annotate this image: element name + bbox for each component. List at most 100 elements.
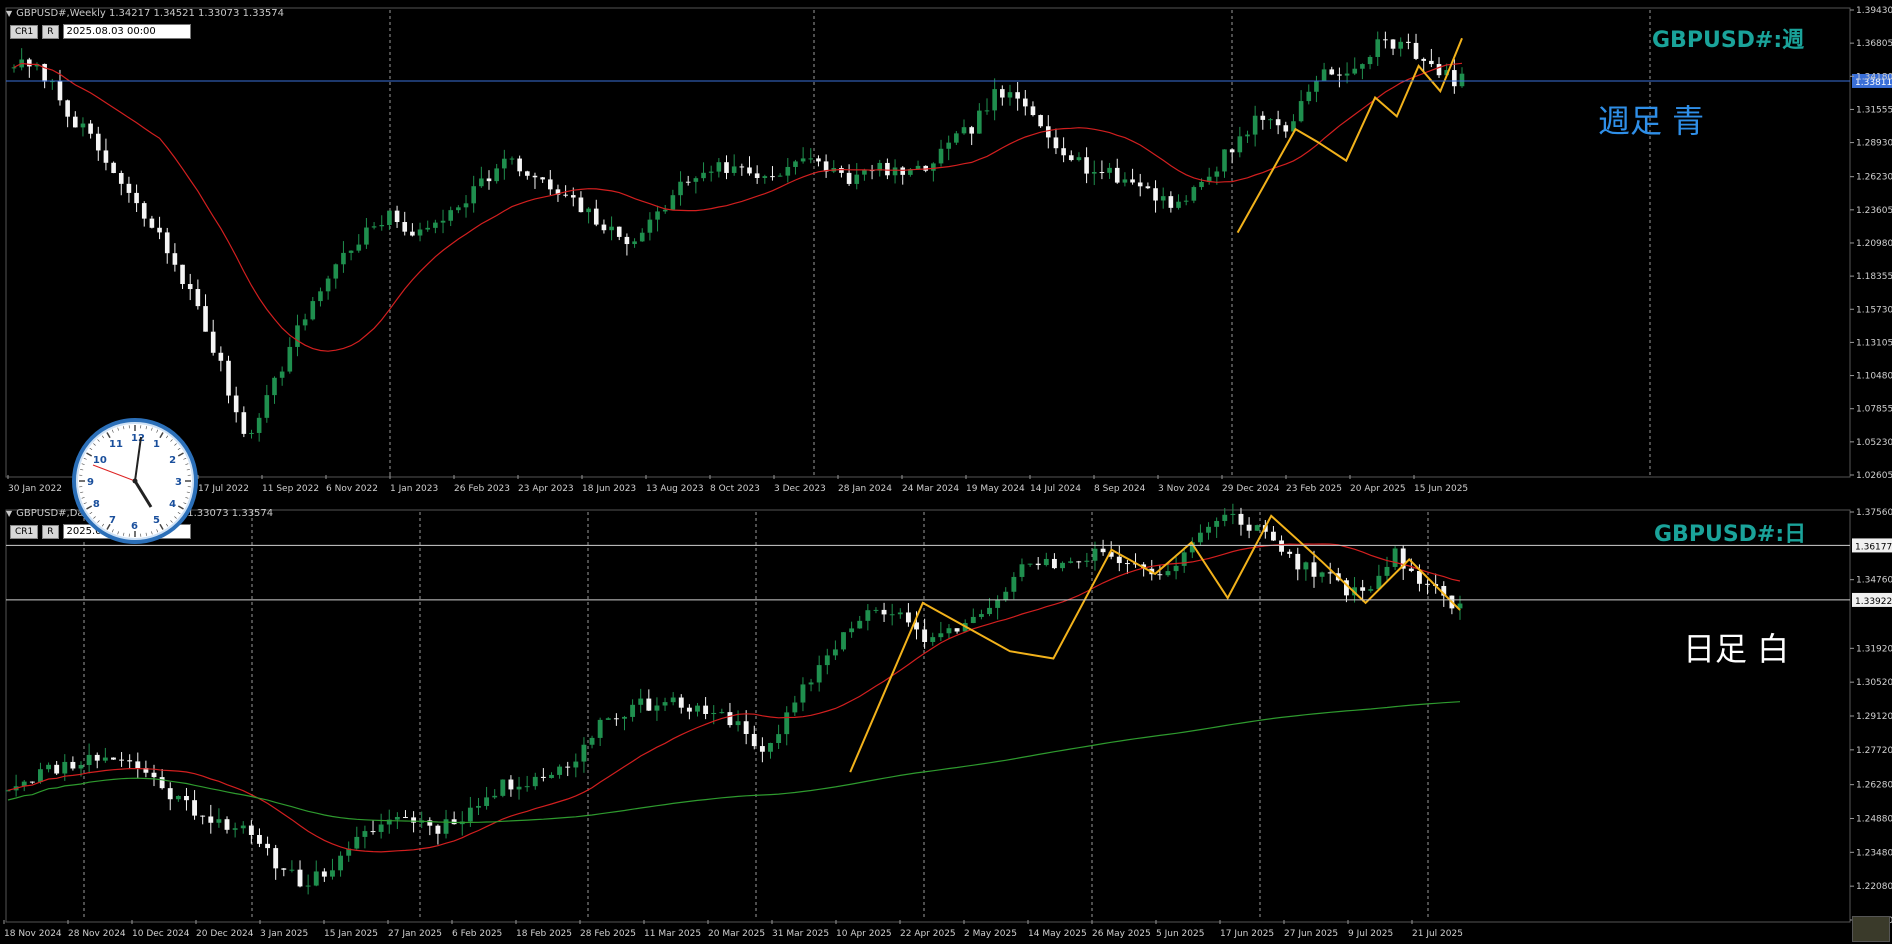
collapse-triangle-icon[interactable]: ▼ xyxy=(6,9,12,18)
time-axis-label: 26 May 2025 xyxy=(1092,929,1151,939)
candle-body xyxy=(232,828,238,830)
price-tick-label: 1.30520 xyxy=(1856,678,1892,688)
candle-body xyxy=(1038,115,1043,127)
candle-body xyxy=(1023,98,1028,107)
weekly-chart-canvas[interactable]: 1.338111.394301.368051.341801.315551.289… xyxy=(0,0,1892,500)
r-button[interactable]: R xyxy=(42,24,59,39)
clock-tick xyxy=(185,463,189,465)
candle-body xyxy=(463,203,469,208)
candle-body xyxy=(159,777,165,789)
time-axis-label: 28 Feb 2025 xyxy=(580,929,636,939)
price-tick-label: 1.31555 xyxy=(1856,105,1892,115)
daily-chart-canvas[interactable]: 1.36177 1.33922 1.37560 1.34760 1.31920 1.305… xyxy=(0,500,1892,944)
candle-body xyxy=(808,682,814,685)
candle-body xyxy=(881,609,887,615)
zigzag-line xyxy=(1236,37,1463,234)
candle-body xyxy=(573,761,579,768)
candle-body xyxy=(727,712,733,726)
candle-body xyxy=(325,278,331,292)
clock-numeral: 4 xyxy=(169,499,176,510)
candle-body xyxy=(1270,531,1276,541)
candle-body xyxy=(1007,92,1013,98)
candle-body xyxy=(978,614,984,617)
time-axis-label: 22 Apr 2025 xyxy=(900,929,956,939)
clock-tick xyxy=(165,435,169,439)
candle-body xyxy=(273,848,279,869)
candle-body xyxy=(134,192,139,204)
candle-body xyxy=(321,871,327,877)
candle-body xyxy=(379,225,385,227)
candle-body xyxy=(854,174,860,184)
time-axis-label: 9 Jul 2025 xyxy=(1348,929,1393,939)
candle-body xyxy=(208,816,214,823)
candles-group xyxy=(5,503,1463,895)
cr1-button[interactable]: CR1 xyxy=(10,24,39,39)
candle-body xyxy=(338,855,344,871)
daily-note-text: 日足 白 xyxy=(1683,630,1790,668)
clock-tick xyxy=(83,502,87,505)
candle-body xyxy=(402,222,408,232)
candle-body xyxy=(70,761,76,769)
candle-body xyxy=(609,226,614,231)
datetime-field[interactable]: 2025.08.03 00:00 xyxy=(62,24,191,39)
daily-chart-pane[interactable]: 1.36177 1.33922 1.37560 1.34760 1.31920 1.305… xyxy=(0,500,1892,944)
candle-body xyxy=(605,718,611,720)
candle-body xyxy=(992,89,997,111)
candle-body xyxy=(654,705,660,711)
candle-body xyxy=(1176,201,1181,208)
candle-body xyxy=(1000,89,1005,98)
candle-body xyxy=(711,712,717,714)
candle-body xyxy=(256,417,262,433)
candle-body xyxy=(435,825,441,834)
clock-tick xyxy=(156,529,159,533)
clock-tick xyxy=(117,531,119,535)
candle-body xyxy=(516,786,522,790)
collapse-triangle-icon[interactable]: ▼ xyxy=(6,509,12,518)
clock-tick xyxy=(117,427,119,431)
candle-body xyxy=(1181,552,1187,566)
candle-body xyxy=(889,614,895,616)
candle-body xyxy=(264,395,270,418)
candle-body xyxy=(440,220,446,223)
candle-body xyxy=(249,432,254,434)
ma-green-line xyxy=(7,701,1461,824)
candle-body xyxy=(762,176,768,179)
candle-body xyxy=(578,197,584,213)
candle-body xyxy=(1283,125,1289,132)
time-axis-label: 6 Nov 2022 xyxy=(326,484,378,494)
time-axis-label: 26 Feb 2023 xyxy=(454,484,510,494)
candle-body xyxy=(387,210,392,226)
clock-tick xyxy=(97,439,100,442)
time-axis-label: 5 Jun 2025 xyxy=(1156,929,1204,939)
time-axis-label: 15 Jan 2025 xyxy=(324,929,378,939)
candle-body xyxy=(95,133,101,151)
r-button[interactable]: R xyxy=(42,524,59,539)
candle-body xyxy=(784,712,790,735)
time-axis-label: 27 Jan 2025 xyxy=(388,929,442,939)
time-axis-label: 18 Nov 2024 xyxy=(4,929,62,939)
weekly-symbol-label: GBPUSD#:週 xyxy=(1652,28,1805,53)
candle-body xyxy=(1436,64,1442,76)
candle-body xyxy=(94,754,100,761)
price-tick-label: 1.23605 xyxy=(1856,206,1892,216)
candle-body xyxy=(72,116,78,128)
candle-body xyxy=(977,110,982,134)
weekly-chart-pane[interactable]: 1.33811 1.39430 1.36805 1.34180 1.31555 1.289… xyxy=(0,0,1892,500)
candle-body xyxy=(1191,187,1197,201)
time-axis-label: 14 Jul 2024 xyxy=(1030,484,1081,494)
candle-body xyxy=(1367,56,1373,65)
candle-body xyxy=(492,795,498,798)
price-tick-label: 1.31920 xyxy=(1856,644,1892,654)
candle-body xyxy=(502,158,507,169)
clock-tick xyxy=(186,469,190,471)
clock-tick xyxy=(156,429,159,433)
candle-body xyxy=(233,395,239,413)
cr1-button[interactable]: CR1 xyxy=(10,524,39,539)
price-tick-label: 1.10480 xyxy=(1856,372,1892,382)
candle-body xyxy=(1295,553,1301,570)
weekly-control-bar: CR1 R 2025.08.03 00:00 xyxy=(10,24,191,39)
candle-body xyxy=(735,721,741,726)
candle-body xyxy=(816,158,821,162)
candle-body xyxy=(341,252,346,265)
candle-body xyxy=(1383,39,1388,41)
